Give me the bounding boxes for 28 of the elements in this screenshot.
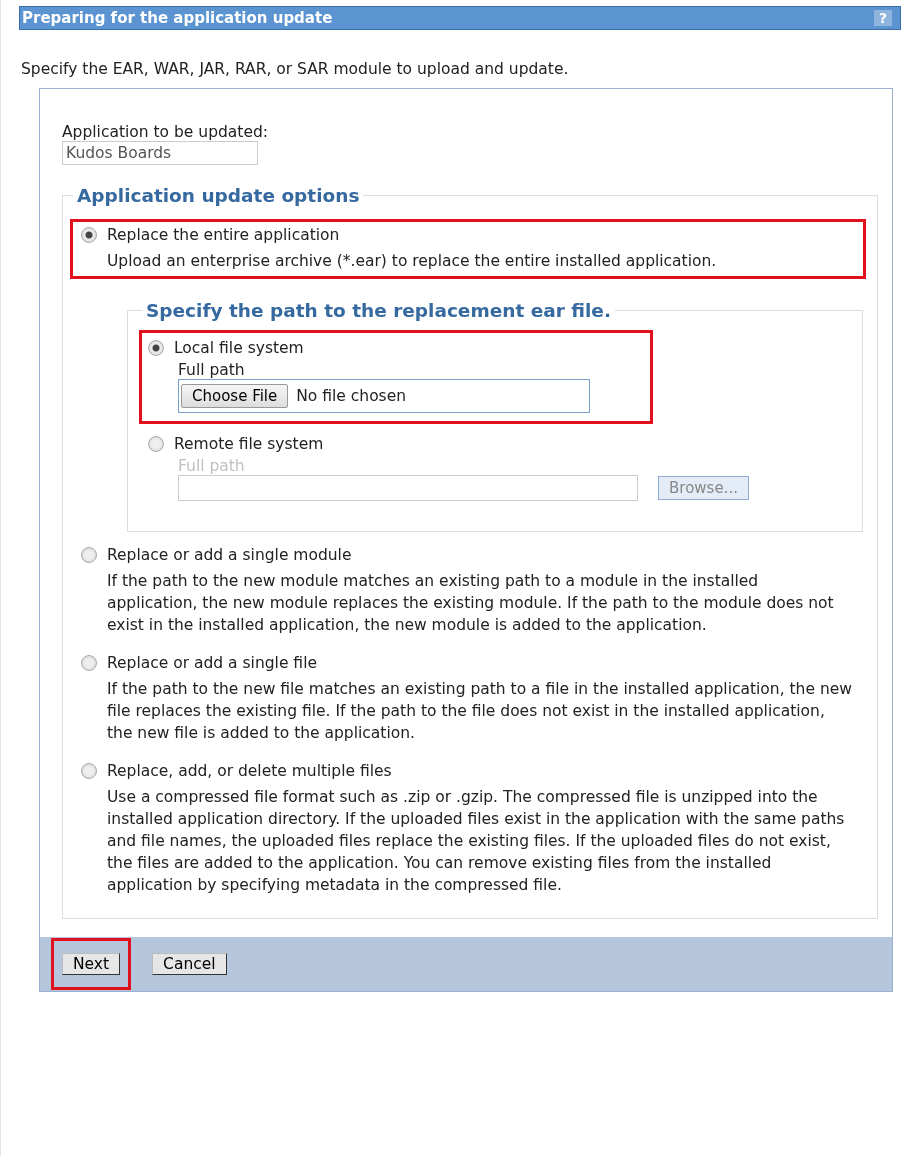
radio-button[interactable] <box>81 655 97 671</box>
option-description: Use a compressed file format such as .zip or .gzip. The compressed file is unzipped into the installed application directory. If the uploaded files exist in the application with the same paths and file names, the uploaded files replace the existing files. If the uploaded files do not exist, the files are added to the application. You can remove existing files from the installed application by specifying metadata in the compressed file. <box>107 787 846 896</box>
choose-file-button[interactable]: Choose File <box>181 384 289 408</box>
option-description: If the path to the new module matches an existing path to a module in the installed application, the new module replaces the existing module. If the path to the module does not exist in the installed application, the new module is added to the application. <box>107 571 835 636</box>
field-label: Application to be updated: <box>62 123 269 141</box>
field-label: Full path <box>178 361 246 379</box>
option-label: Replace or add a single file <box>107 654 317 672</box>
radio-button[interactable] <box>81 227 97 243</box>
option-label: Remote file system <box>174 435 324 453</box>
option-description: If the path to the new file matches an existing path to a file in the installed application, the new file replaces the existing file. If the path to the file does not exist in the installed application, the new file is added to the application. <box>107 679 853 744</box>
group-legend: Specify the path to the replacement ear file. <box>142 300 615 321</box>
radio-button[interactable] <box>148 340 164 356</box>
file-field[interactable]: Choose File No file chosen <box>178 379 590 413</box>
option-label: Replace the entire application <box>107 226 340 244</box>
file-status: No file chosen <box>296 387 407 405</box>
group-legend: Application update options <box>73 185 364 206</box>
window-title: Preparing for the application update <box>21 9 333 27</box>
form-button[interactable]: Next <box>62 953 121 975</box>
option-label: Replace, add, or delete multiple files <box>107 762 392 780</box>
field-label: Full path <box>178 457 246 475</box>
option-description: Upload an enterprise archive (*.ear) to replace the entire installed application. <box>107 251 718 272</box>
option-label: Replace or add a single module <box>107 546 352 564</box>
radio-button[interactable] <box>81 763 97 779</box>
option-label: Local file system <box>174 339 304 357</box>
radio-button[interactable] <box>81 547 97 563</box>
form-button[interactable]: Cancel <box>152 953 227 975</box>
instruction-text: Specify the EAR, WAR, JAR, RAR, or SAR module to upload and update. <box>21 60 570 78</box>
application-field[interactable]: Kudos Boards <box>62 141 258 165</box>
